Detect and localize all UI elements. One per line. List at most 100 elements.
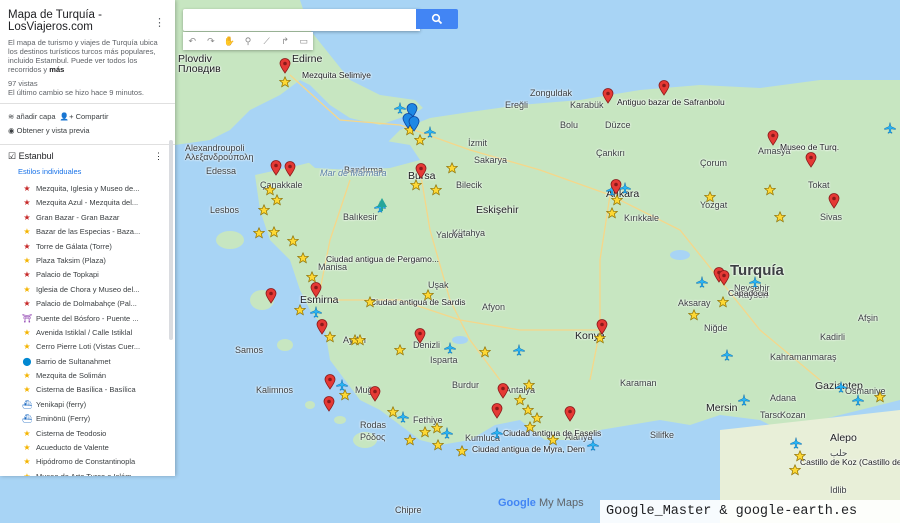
red-pin-marker-icon[interactable] xyxy=(828,193,840,212)
poi-label[interactable]: Antiguo bazar de Safranbolu xyxy=(617,97,725,107)
star-marker-icon[interactable] xyxy=(605,201,619,222)
airport-marker-icon[interactable] xyxy=(884,116,896,137)
airport-marker-icon[interactable] xyxy=(721,343,733,364)
star-marker-icon[interactable] xyxy=(687,303,701,324)
red-pin-marker-icon[interactable] xyxy=(414,328,426,347)
draw-line-icon[interactable]: ⟋ xyxy=(257,36,276,47)
star-marker-icon[interactable] xyxy=(522,373,536,394)
airport-marker-icon[interactable] xyxy=(310,300,322,321)
red-pin-marker-icon[interactable] xyxy=(270,160,282,179)
star-marker-icon[interactable] xyxy=(252,221,266,242)
layer-item[interactable]: ★ Cerro Pierre Loti (Vistas Cuer... xyxy=(22,340,167,354)
layer-item[interactable]: ★ Hipódromo de Constantinopla xyxy=(22,455,167,469)
star-marker-icon[interactable] xyxy=(523,415,537,436)
red-pin-marker-icon[interactable] xyxy=(491,403,503,422)
star-marker-icon[interactable] xyxy=(873,385,887,406)
layer-item[interactable]: ★ Torre de Gálata (Torre) xyxy=(22,240,167,254)
add-layer-button[interactable]: añadir capa xyxy=(16,112,55,121)
layer-item[interactable]: ★ Gran Bazar - Gran Bazar xyxy=(22,211,167,225)
star-marker-icon[interactable] xyxy=(296,246,310,267)
red-pin-marker-icon[interactable] xyxy=(415,163,427,182)
redo-icon[interactable]: ↷ xyxy=(202,36,221,47)
star-marker-icon[interactable] xyxy=(763,178,777,199)
star-marker-icon[interactable] xyxy=(429,178,443,199)
layer-item[interactable]: ★ Mezquita de Solimán xyxy=(22,369,167,383)
red-pin-marker-icon[interactable] xyxy=(316,319,328,338)
red-pin-marker-icon[interactable] xyxy=(497,383,509,402)
poi-label[interactable]: Mezquita Selimiye xyxy=(302,70,371,80)
park-marker-icon[interactable] xyxy=(376,196,388,215)
layer-item[interactable]: ★ Cisterna de Teodosio xyxy=(22,427,167,441)
star-marker-icon[interactable] xyxy=(455,439,469,460)
star-marker-icon[interactable] xyxy=(788,458,802,479)
red-pin-marker-icon[interactable] xyxy=(369,386,381,405)
airport-marker-icon[interactable] xyxy=(444,336,456,357)
star-marker-icon[interactable] xyxy=(393,338,407,359)
red-pin-marker-icon[interactable] xyxy=(310,282,322,301)
airport-marker-icon[interactable] xyxy=(397,405,409,426)
airport-marker-icon[interactable] xyxy=(696,270,708,291)
star-marker-icon[interactable] xyxy=(353,328,367,349)
layer-styles-link[interactable]: Estilos individuales xyxy=(18,167,167,176)
star-marker-icon[interactable] xyxy=(421,283,435,304)
layer-checkbox[interactable]: ☑ xyxy=(8,151,16,161)
red-pin-marker-icon[interactable] xyxy=(805,152,817,171)
star-marker-icon[interactable] xyxy=(445,156,459,177)
red-pin-marker-icon[interactable] xyxy=(602,88,614,107)
layer-item[interactable]: ★ Avenida Istiklal / Calle Istiklal xyxy=(22,326,167,340)
layer-item[interactable]: ★ Cisterna de Basílica - Basílica xyxy=(22,383,167,397)
layer-item[interactable]: ★ Plaza Taksim (Plaza) xyxy=(22,254,167,268)
star-marker-icon[interactable] xyxy=(773,205,787,226)
directions-icon[interactable]: ↱ xyxy=(276,36,295,47)
layer-item[interactable]: ★ Palacio de Dolmabahçe (Pal... xyxy=(22,297,167,311)
airport-marker-icon[interactable] xyxy=(738,388,750,409)
layer-item[interactable]: ⛩ Puente del Bósforo - Puente ... xyxy=(22,312,167,326)
star-marker-icon[interactable] xyxy=(257,198,271,219)
red-pin-marker-icon[interactable] xyxy=(284,161,296,180)
more-options-icon[interactable]: ⋮ xyxy=(154,16,165,29)
poi-label[interactable]: Ciudad antigua de Pergamo... xyxy=(326,254,439,264)
airport-marker-icon[interactable] xyxy=(441,421,453,442)
share-button[interactable]: Compartir xyxy=(76,112,109,121)
airport-marker-icon[interactable] xyxy=(513,338,525,359)
marker-icon[interactable]: ⚲ xyxy=(239,36,258,47)
star-marker-icon[interactable] xyxy=(546,428,560,449)
star-marker-icon[interactable] xyxy=(293,298,307,319)
poi-label[interactable]: Ciudad antigua de Myra, Dem xyxy=(472,444,585,454)
layer-item[interactable]: ★ Bazar de las Especias - Baza... xyxy=(22,225,167,239)
layer-item[interactable]: ⛴ Yenikapi (ferry) xyxy=(22,398,167,412)
layer-item[interactable]: ⛴ Eminönü (Ferry) xyxy=(22,412,167,426)
red-pin-marker-icon[interactable] xyxy=(610,179,622,198)
layer-item[interactable]: ★ Acueducto de Valente xyxy=(22,441,167,455)
search-button[interactable] xyxy=(416,9,458,29)
red-pin-marker-icon[interactable] xyxy=(324,374,336,393)
airport-marker-icon[interactable] xyxy=(424,120,436,141)
star-marker-icon[interactable] xyxy=(270,188,284,209)
search-input[interactable] xyxy=(183,9,420,31)
red-pin-marker-icon[interactable] xyxy=(265,288,277,307)
star-marker-icon[interactable] xyxy=(418,420,432,441)
star-marker-icon[interactable] xyxy=(478,340,492,361)
airport-marker-icon[interactable] xyxy=(336,373,348,394)
red-pin-marker-icon[interactable] xyxy=(718,270,730,289)
airport-marker-icon[interactable] xyxy=(491,421,503,442)
red-pin-marker-icon[interactable] xyxy=(767,130,779,149)
red-pin-marker-icon[interactable] xyxy=(323,396,335,415)
airport-marker-icon[interactable] xyxy=(790,431,802,452)
layer-item[interactable]: ★ Museo de Arte Turco e Islám... xyxy=(22,470,167,476)
undo-icon[interactable]: ↶ xyxy=(183,36,202,47)
red-pin-marker-icon[interactable] xyxy=(564,406,576,425)
poi-label[interactable]: Museo de Turq. xyxy=(780,142,839,152)
airport-marker-icon[interactable] xyxy=(749,270,761,291)
more-link[interactable]: más xyxy=(49,65,64,74)
layer-options-icon[interactable]: ⋮ xyxy=(154,151,163,162)
poi-label[interactable]: Castillo de Koz (Castillo de Koz) xyxy=(800,457,900,467)
star-marker-icon[interactable] xyxy=(403,428,417,449)
airport-marker-icon[interactable] xyxy=(852,388,864,409)
red-pin-marker-icon[interactable] xyxy=(279,58,291,77)
red-pin-marker-icon[interactable] xyxy=(596,319,608,338)
poi-label[interactable]: Ciudad antigua de Sardis xyxy=(370,297,465,307)
star-marker-icon[interactable] xyxy=(267,220,281,241)
layer-item[interactable]: ★ Mezquita Azul - Mezquita del... xyxy=(22,196,167,210)
airport-marker-icon[interactable] xyxy=(587,433,599,454)
